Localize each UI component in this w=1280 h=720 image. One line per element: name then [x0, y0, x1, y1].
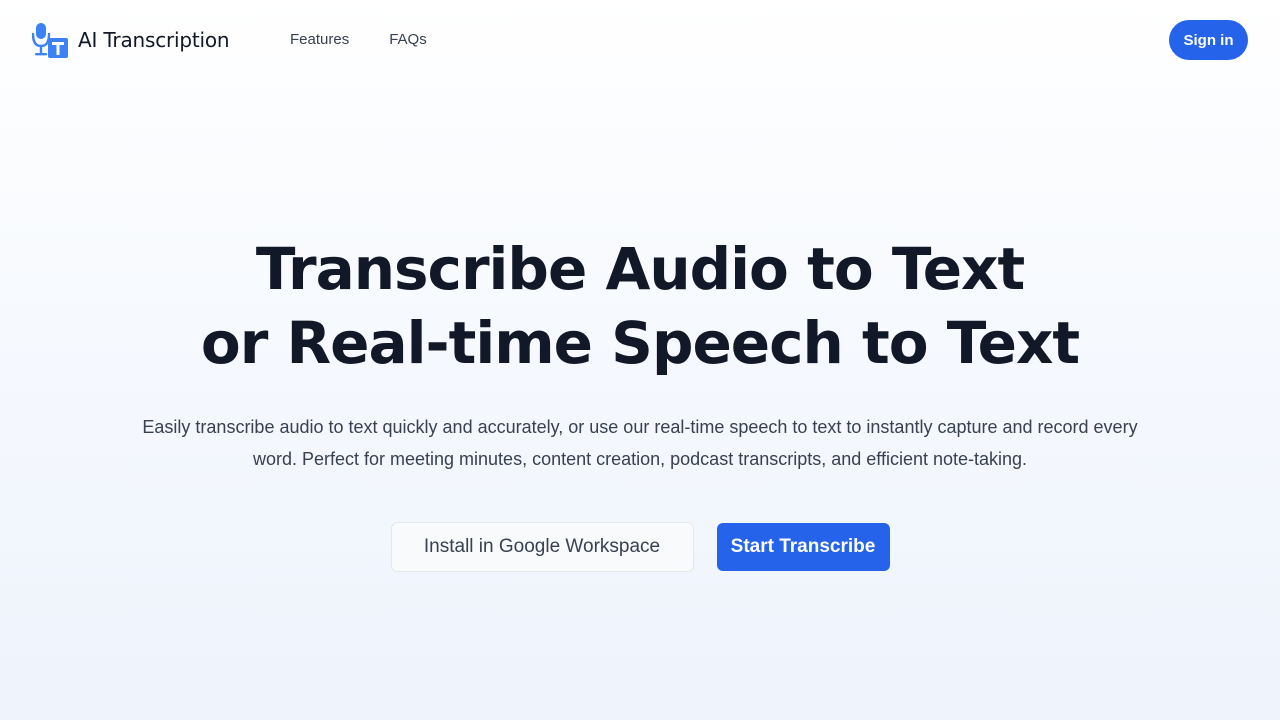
hero-subtitle: Easily transcribe audio to text quickly …	[142, 417, 1138, 469]
nav-faqs[interactable]: FAQs	[389, 31, 427, 48]
nav-features[interactable]: Features	[290, 31, 349, 48]
start-transcribe-button[interactable]: Start Transcribe	[716, 523, 890, 571]
install-google-workspace-button[interactable]: Install in Google Workspace	[390, 522, 694, 572]
cta-group: Install in Google Workspace Start Transc…	[0, 522, 1280, 572]
sign-in-button[interactable]: Sign in	[1169, 20, 1248, 60]
main-nav: Features FAQs	[290, 31, 427, 48]
hero-title: Transcribe Audio to Text or Real-time Sp…	[0, 232, 1280, 380]
brand-name: AI Transcription	[78, 28, 230, 52]
hero-title-line-2: or Real-time Speech to Text	[200, 309, 1080, 377]
microphone-text-icon	[32, 23, 68, 58]
hero-title-line-1: Transcribe Audio to Text	[255, 235, 1025, 303]
site-header: AI Transcription Features FAQs Sign in	[0, 0, 1280, 80]
logo[interactable]: AI Transcription	[32, 22, 230, 58]
